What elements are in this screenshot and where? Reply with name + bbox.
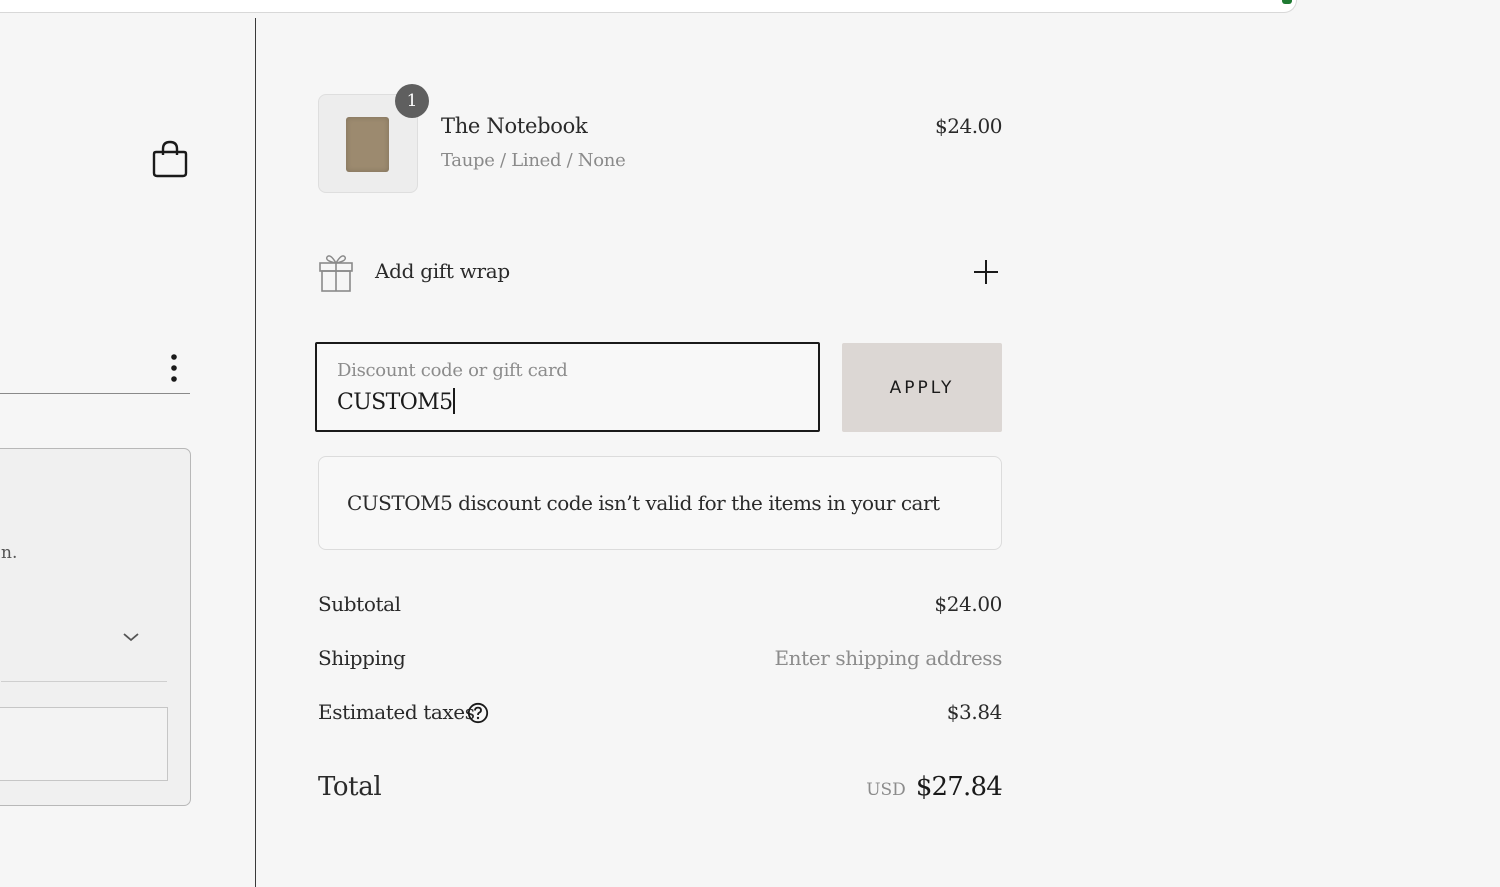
more-vertical-icon[interactable] bbox=[162, 352, 186, 384]
discount-error-banner: CUSTOM5 discount code isn’t valid for th… bbox=[318, 456, 1002, 550]
shipping-value: Enter shipping address bbox=[774, 646, 1002, 670]
gift-icon bbox=[318, 251, 354, 293]
browser-top-bar bbox=[0, 0, 1297, 13]
status-indicator bbox=[1282, 0, 1292, 4]
currency-code: USD bbox=[866, 780, 906, 800]
taxes-label: Estimated taxes bbox=[318, 700, 475, 724]
discount-field-label: Discount code or gift card bbox=[337, 360, 568, 381]
product-price: $24.00 bbox=[935, 114, 1002, 138]
gift-wrap-label: Add gift wrap bbox=[375, 259, 510, 283]
line-item: 1 The Notebook Taupe / Lined / None $24.… bbox=[318, 84, 1002, 196]
left-pane: n. bbox=[0, 18, 256, 887]
total-amount: $27.84 bbox=[915, 772, 1003, 802]
discount-code-field[interactable]: Discount code or gift card CUSTOM5 bbox=[315, 342, 820, 432]
left-card-input[interactable] bbox=[0, 707, 168, 781]
left-card-text: n. bbox=[1, 543, 18, 563]
notebook-image bbox=[346, 117, 389, 172]
discount-code-text: CUSTOM5 bbox=[337, 390, 453, 415]
product-name: The Notebook bbox=[441, 114, 588, 138]
total-value-group: USD $27.84 bbox=[866, 772, 1003, 802]
product-variant: Taupe / Lined / None bbox=[441, 150, 626, 171]
bag-icon[interactable] bbox=[150, 138, 190, 180]
subtotal-label: Subtotal bbox=[318, 592, 401, 616]
taxes-value: $3.84 bbox=[946, 700, 1003, 724]
help-circle-icon[interactable] bbox=[467, 702, 489, 724]
chevron-down-icon[interactable] bbox=[121, 629, 141, 643]
discount-input-value[interactable]: CUSTOM5 bbox=[337, 388, 456, 415]
divider bbox=[0, 393, 190, 394]
quantity-badge: 1 bbox=[395, 84, 429, 118]
apply-button[interactable]: APPLY bbox=[842, 343, 1002, 432]
total-label: Total bbox=[318, 772, 382, 802]
add-gift-wrap-row[interactable]: Add gift wrap bbox=[318, 249, 1002, 295]
discount-error-message: CUSTOM5 discount code isn’t valid for th… bbox=[347, 491, 940, 515]
shipping-label: Shipping bbox=[318, 646, 406, 670]
divider bbox=[1, 681, 167, 682]
order-summary: 1 The Notebook Taupe / Lined / None $24.… bbox=[315, 84, 1003, 802]
text-caret bbox=[453, 388, 456, 414]
left-card: n. bbox=[0, 448, 191, 806]
subtotal-value: $24.00 bbox=[934, 592, 1002, 616]
plus-icon[interactable] bbox=[972, 258, 1000, 286]
